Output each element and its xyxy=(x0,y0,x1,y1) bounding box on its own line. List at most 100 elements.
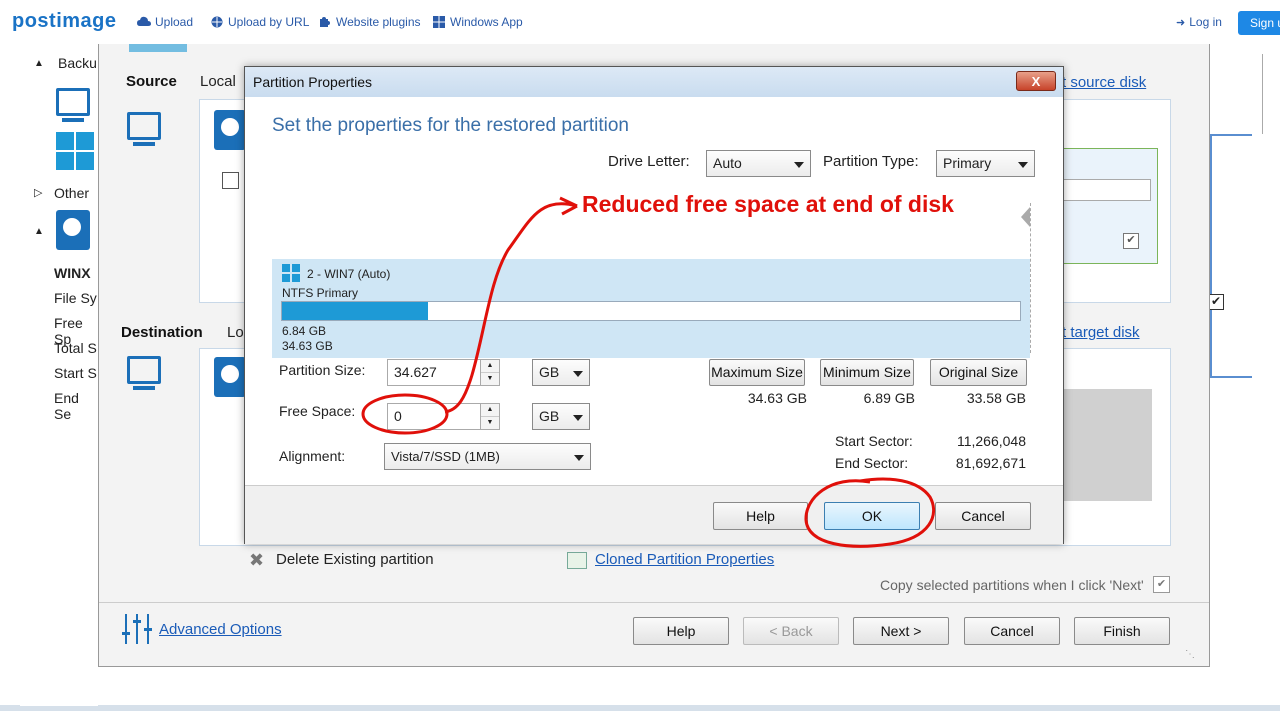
maximum-size-button[interactable]: Maximum Size xyxy=(709,359,805,386)
alignment-select[interactable]: Vista/7/SSD (1MB) xyxy=(384,443,591,470)
partition-type-select[interactable]: Primary xyxy=(936,150,1035,177)
original-size-button[interactable]: Original Size xyxy=(930,359,1027,386)
dialog-help-button[interactable]: Help xyxy=(713,502,808,530)
dialog-ok-button[interactable]: OK xyxy=(824,502,920,530)
next-button[interactable]: Next > xyxy=(853,617,949,645)
maximum-size-value: 34.63 GB xyxy=(747,390,807,406)
destination-partition-tile[interactable] xyxy=(1062,389,1152,501)
destination-computer-icon xyxy=(127,356,161,390)
collapse-arrow-icon[interactable] xyxy=(1021,207,1030,227)
alignment-label: Alignment: xyxy=(279,448,346,464)
nav-login[interactable]: ➜ Log in xyxy=(1176,15,1222,29)
dialog-footer: Help OK Cancel xyxy=(245,485,1063,544)
dialog-heading: Set the properties for the restored part… xyxy=(272,115,629,136)
disk-prop-end-sector: End Se xyxy=(54,390,79,422)
page-margin xyxy=(0,44,20,706)
partition-name: 2 - WIN7 (Auto) xyxy=(307,267,391,281)
nav-website-plugins[interactable]: Website plugins xyxy=(318,15,421,29)
nav-windows-app[interactable]: Windows App xyxy=(432,15,523,29)
free-space-stepper[interactable]: ▲ ▼ xyxy=(480,403,500,430)
partition-size-unit-select[interactable]: GB xyxy=(532,359,590,386)
nav-upload-label: Upload xyxy=(155,15,194,29)
partition-size-stepper[interactable]: ▲ ▼ xyxy=(480,359,500,386)
chevron-down-icon[interactable]: ▼ xyxy=(481,417,499,429)
chevron-up-icon[interactable]: ▲ xyxy=(481,360,499,373)
partition-type: NTFS Primary xyxy=(282,286,358,300)
minimum-size-button[interactable]: Minimum Size xyxy=(820,359,914,386)
partition-usage-bar[interactable] xyxy=(281,301,1021,321)
start-sector-value: 11,266,048 xyxy=(956,433,1026,449)
nav-upload-by-url-label: Upload by URL xyxy=(228,15,310,29)
cloned-partition-properties-link[interactable]: Cloned Partition Properties xyxy=(595,551,774,568)
free-space-label: Free Space: xyxy=(279,403,356,419)
site-header: postimage Upload Upload by URL Website p… xyxy=(0,0,1280,45)
partition-properties-icon xyxy=(567,552,587,569)
chevron-down-icon[interactable]: ▼ xyxy=(481,373,499,385)
backdrop-panel xyxy=(1210,134,1252,378)
panel-divider xyxy=(1030,203,1032,353)
nav-website-plugins-label: Website plugins xyxy=(336,15,421,29)
free-space-unit-select[interactable]: GB xyxy=(532,403,590,430)
back-button[interactable]: < Back xyxy=(743,617,839,645)
backdrop-checkbox[interactable]: ✔ xyxy=(1208,294,1224,310)
source-partition-checkbox[interactable] xyxy=(222,172,239,189)
site-logo[interactable]: postimage xyxy=(12,10,117,33)
windows-tile-icon xyxy=(56,132,94,173)
start-sector-label: Start Sector: xyxy=(835,433,913,449)
copy-partitions-checkbox[interactable]: ✔ xyxy=(1153,576,1170,593)
tree-expand-icon[interactable]: ▲ xyxy=(34,226,44,237)
delete-existing-partition[interactable]: Delete Existing partition xyxy=(276,551,434,568)
partition-type-value: Primary xyxy=(943,155,992,171)
disk-icon-partial xyxy=(129,44,187,52)
resize-grip-icon[interactable]: ⋱ xyxy=(1185,649,1195,660)
hard-disk-icon xyxy=(56,210,90,250)
select-source-disk-link[interactable]: t source disk xyxy=(1062,74,1146,91)
dialog-title-bar[interactable]: Partition Properties xyxy=(245,67,1063,97)
close-icon: X xyxy=(1031,74,1041,89)
disk-prop-file-system: File Sy xyxy=(54,290,97,306)
tree-expand-icon[interactable]: ▲ xyxy=(34,58,44,69)
original-size-value: 33.58 GB xyxy=(966,390,1026,406)
nav-upload[interactable]: Upload xyxy=(137,15,193,29)
source-label: Source xyxy=(126,73,177,90)
free-space-input[interactable]: 0 xyxy=(387,403,481,430)
drive-letter-value: Auto xyxy=(713,155,742,171)
disk-name: WINX xyxy=(54,265,91,281)
login-icon: ➜ xyxy=(1176,16,1186,29)
disk-prop-start-sector: Start S xyxy=(54,365,97,381)
tree-item-other[interactable]: Other xyxy=(54,185,89,201)
chevron-down-icon xyxy=(573,370,583,377)
computer-icon xyxy=(56,88,90,122)
partition-total: 34.63 GB xyxy=(282,339,333,353)
dialog-cancel-button[interactable]: Cancel xyxy=(935,502,1031,530)
advanced-options-link[interactable]: Advanced Options xyxy=(159,621,282,638)
chevron-up-icon[interactable]: ▲ xyxy=(481,404,499,417)
free-space-unit: GB xyxy=(539,408,560,424)
windows-logo-icon xyxy=(282,264,300,282)
source-hard-disk-icon xyxy=(214,110,246,150)
partition-size-input[interactable]: 34.627 xyxy=(387,359,481,386)
finish-button[interactable]: Finish xyxy=(1074,617,1170,645)
partition-used: 6.84 GB xyxy=(282,324,327,338)
source-partition-tile[interactable]: ✔ xyxy=(1062,148,1158,264)
cloud-upload-icon xyxy=(137,16,151,26)
help-button[interactable]: Help xyxy=(633,617,729,645)
end-sector-label: End Sector: xyxy=(835,455,909,471)
tree-item-backup[interactable]: Backu xyxy=(58,55,97,71)
drive-letter-select[interactable]: Auto xyxy=(706,150,811,177)
copy-partitions-note: Copy selected partitions when I click 'N… xyxy=(880,577,1144,593)
divider xyxy=(1262,54,1263,134)
annotation-text: Reduced free space at end of disk xyxy=(582,191,954,217)
tree-collapse-icon[interactable]: ▷ xyxy=(34,186,42,199)
cancel-button[interactable]: Cancel xyxy=(964,617,1060,645)
chevron-down-icon xyxy=(1018,161,1028,168)
select-target-disk-link[interactable]: t target disk xyxy=(1062,324,1140,341)
globe-icon xyxy=(211,16,223,28)
signup-button[interactable]: Sign up xyxy=(1238,11,1280,35)
nav-upload-by-url[interactable]: Upload by URL xyxy=(210,15,309,29)
chevron-down-icon xyxy=(794,161,804,168)
dialog-close-button[interactable]: X xyxy=(1016,71,1056,91)
minimum-size-value: 6.89 GB xyxy=(863,390,915,406)
source-computer-icon xyxy=(127,112,161,146)
partition-size-label: Partition Size: xyxy=(279,362,366,378)
